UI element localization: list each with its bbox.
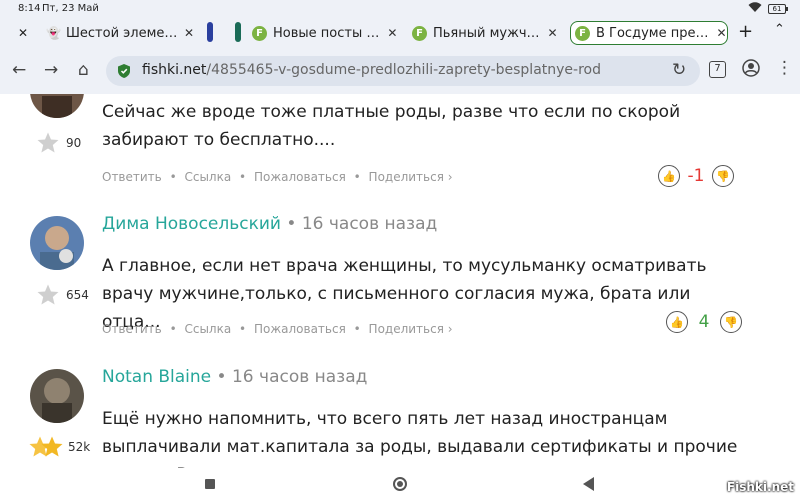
gold-stars-icon (29, 436, 63, 457)
tab-label: В Госдуме пре… (596, 25, 709, 41)
browser-toolbar: ← → ⌂ fishki.net/4855465-v-gosdume-predl… (0, 48, 800, 94)
reload-icon[interactable]: ↻ (672, 60, 686, 80)
comment-header: Notan Blaine • 16 часов назад (102, 367, 367, 387)
status-icons: 61 (748, 2, 788, 16)
tab-label: Пьяный мужч… (433, 25, 540, 41)
status-time: 8:14 (18, 3, 41, 14)
comment-score: 4 (698, 312, 710, 332)
separator: • (216, 367, 232, 387)
avatar[interactable] (30, 216, 84, 270)
rating-value: 52k (68, 440, 91, 454)
comment-header: Дима Новосельский • 16 часов назад (102, 214, 437, 234)
separator: • (169, 170, 177, 184)
tab-gosduma-active[interactable]: F В Госдуме пре… ✕ (570, 21, 728, 45)
tab-group-indicator[interactable] (235, 22, 241, 42)
secure-shield-icon[interactable] (116, 63, 132, 79)
status-date: Пт, 23 Май (42, 3, 99, 14)
tab-pyany[interactable]: F Пьяный мужч… ✕ (412, 21, 568, 45)
reply-link[interactable]: Ответить (102, 322, 162, 336)
thumbs-down-icon[interactable]: 👎 (720, 311, 742, 333)
user-rating: 90 (36, 131, 81, 155)
separator: • (239, 170, 247, 184)
separator: • (353, 170, 361, 184)
share-link[interactable]: Поделиться › (369, 170, 453, 184)
separator: • (286, 214, 302, 234)
author-name[interactable]: Notan Blaine (102, 367, 211, 387)
fishki-favicon-icon: F (575, 25, 590, 41)
tab-label: Шестой элеме… (66, 25, 178, 41)
comment-actions: Ответить • Ссылка • Пожаловаться • Подел… (102, 322, 457, 336)
comment-actions: Ответить • Ссылка • Пожаловаться • Подел… (102, 170, 457, 184)
watermark: Fishki.net (726, 480, 794, 494)
system-nav-bar (0, 468, 800, 500)
tab-label: Новые посты … (273, 25, 380, 41)
tab-strip: ✕ 👻 Шестой элеме… ✕ F Новые посты … ✕ F … (0, 18, 800, 48)
comment-time: 16 часов назад (231, 367, 368, 387)
forward-arrow-icon[interactable]: → (44, 60, 58, 80)
grey-star-icon (37, 132, 59, 153)
account-icon[interactable] (742, 59, 760, 82)
url-domain: fishki.net (142, 62, 207, 78)
tab-group-indicator[interactable] (207, 22, 213, 42)
close-icon[interactable]: ✕ (184, 26, 194, 40)
comments-feed: 90 Сейчас же вроде тоже платные роды, ра… (0, 94, 800, 468)
back-nav-icon[interactable] (583, 477, 594, 491)
tab-shestoy[interactable]: ✕ 👻 Шестой элеме… ✕ (12, 21, 202, 45)
separator: • (239, 322, 247, 336)
grey-star-icon (37, 284, 59, 305)
close-icon[interactable]: ✕ (18, 26, 28, 40)
close-icon[interactable]: ✕ (716, 26, 726, 40)
separator: • (353, 322, 361, 336)
comment-time: 16 часов назад (301, 214, 438, 234)
home-nav-icon[interactable] (393, 477, 407, 491)
vote-controls: 👍 -1 👎 (658, 165, 734, 187)
rating-value: 90 (66, 136, 82, 150)
thumbs-up-icon[interactable]: 👍 (666, 311, 688, 333)
avatar[interactable] (30, 369, 84, 423)
more-menu-icon[interactable]: ⋮ (776, 58, 793, 78)
back-arrow-icon[interactable]: ← (12, 60, 26, 80)
thumbs-up-icon[interactable]: 👍 (658, 165, 680, 187)
close-icon[interactable]: ✕ (387, 26, 397, 40)
reply-link[interactable]: Ответить (102, 170, 162, 184)
wifi-icon (748, 2, 762, 16)
share-link[interactable]: Поделиться › (369, 322, 453, 336)
user-rating: 654 (36, 283, 89, 307)
tab-switcher-button[interactable]: 7 (709, 61, 726, 78)
link-link[interactable]: Ссылка (184, 170, 231, 184)
comment-text: Сейчас же вроде тоже платные роды, разве… (102, 102, 681, 150)
complain-link[interactable]: Пожаловаться (254, 322, 346, 336)
comment-text: Ещё нужно напомнить, что всего пять лет … (102, 409, 738, 468)
user-rating: 52k (28, 435, 90, 459)
ghost-icon: 👻 (46, 26, 61, 40)
url-text[interactable]: fishki.net/4855465-v-gosdume-predlozhili… (142, 62, 632, 78)
fishki-favicon-icon: F (412, 25, 427, 41)
author-name[interactable]: Дима Новосельский (102, 214, 281, 234)
complain-link[interactable]: Пожаловаться (254, 170, 346, 184)
vote-controls: 👍 4 👎 (666, 311, 742, 333)
link-link[interactable]: Ссылка (184, 322, 231, 336)
rating-value: 654 (66, 288, 89, 302)
status-bar: 8:14 Пт, 23 Май 61 (0, 0, 800, 18)
separator: • (169, 322, 177, 336)
new-tab-button[interactable]: + (738, 21, 753, 42)
battery-icon: 61 (768, 4, 788, 14)
tab-novye-posty[interactable]: F Новые посты … ✕ (252, 21, 408, 45)
address-bar[interactable]: fishki.net/4855465-v-gosdume-predlozhili… (106, 56, 700, 86)
fishki-favicon-icon: F (252, 25, 267, 41)
thumbs-down-icon[interactable]: 👎 (712, 165, 734, 187)
comment-score: -1 (687, 166, 705, 186)
tab-list-button[interactable]: ⌃ (774, 22, 785, 37)
close-icon[interactable]: ✕ (548, 26, 558, 40)
recents-icon[interactable] (205, 479, 215, 489)
avatar[interactable] (30, 94, 84, 118)
url-path: /4855465-v-gosdume-predlozhili-zaprety-b… (206, 62, 601, 78)
home-icon[interactable]: ⌂ (78, 60, 89, 80)
